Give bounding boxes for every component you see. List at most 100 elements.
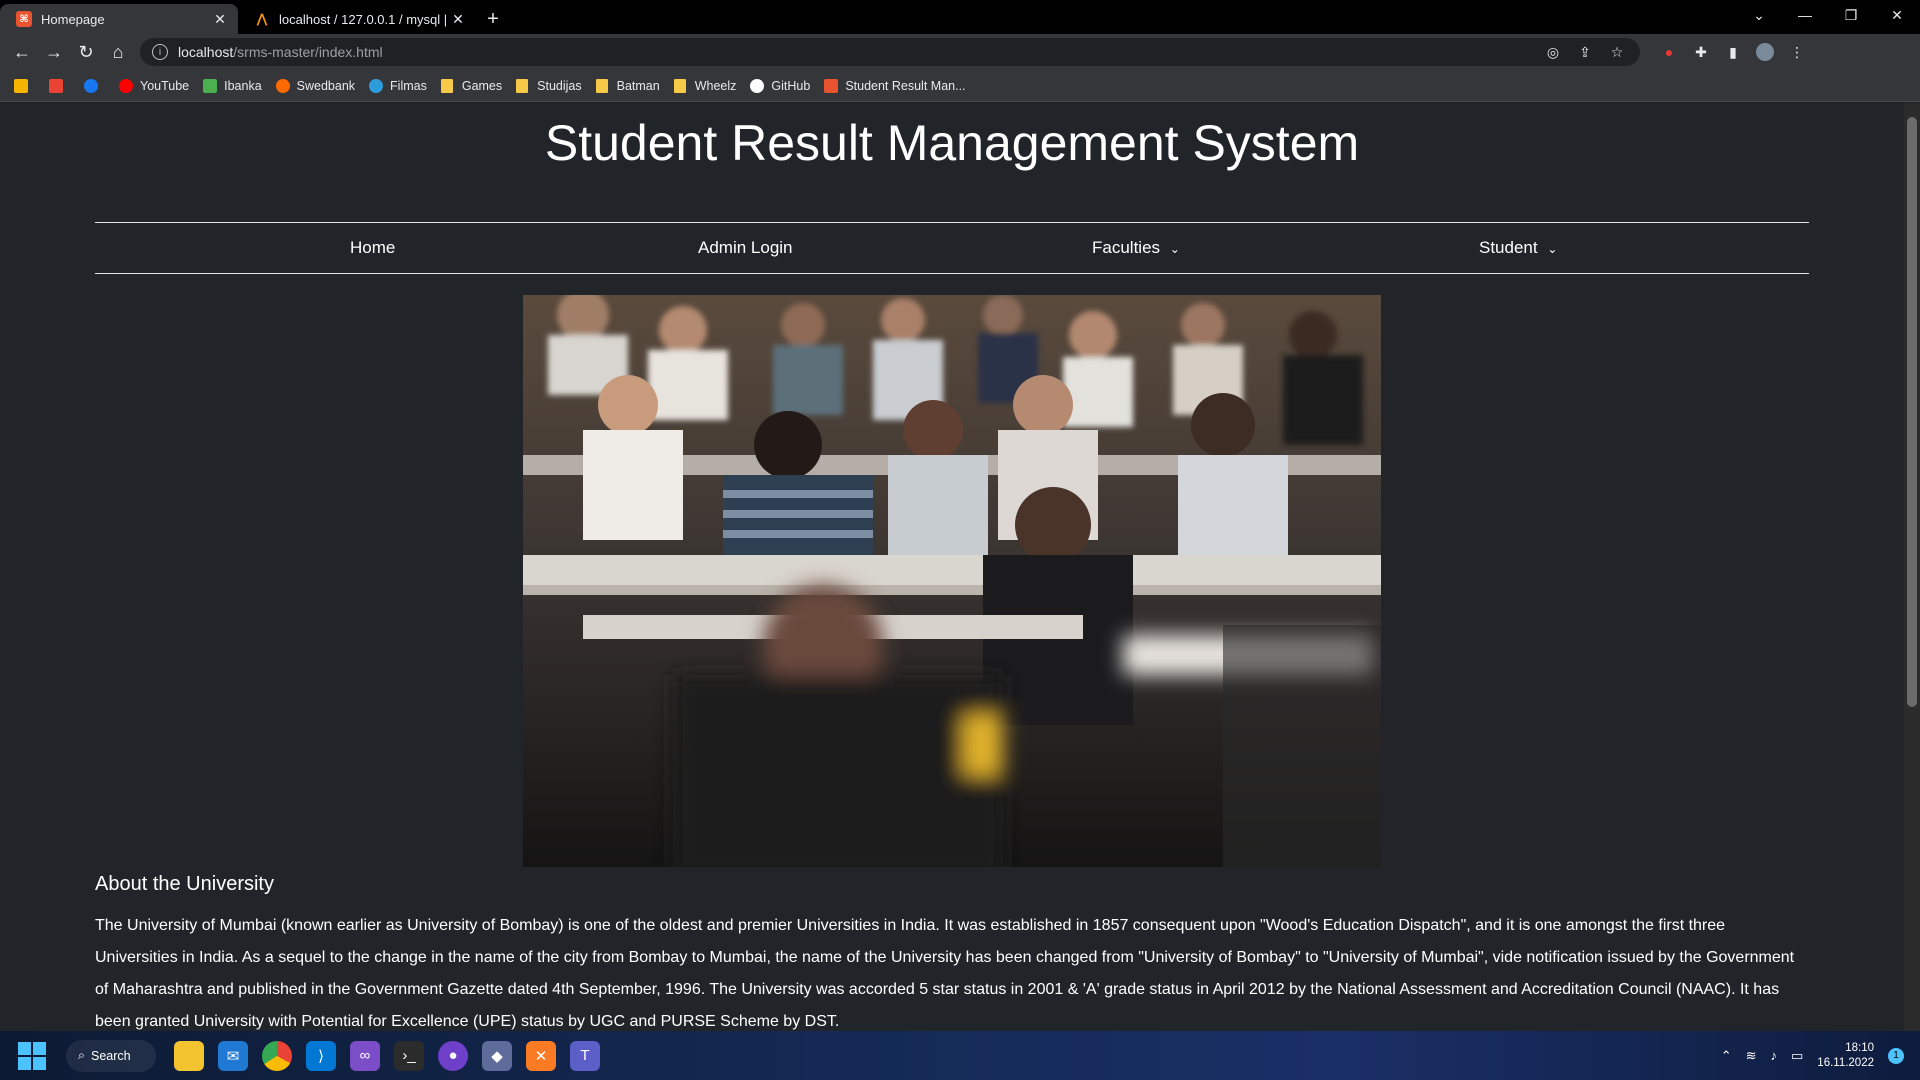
github-desktop-icon[interactable]: ● [438, 1040, 468, 1071]
about-paragraph: The University of Mumbai (known earlier … [95, 917, 1795, 1030]
xampp-icon[interactable]: ✕ [526, 1040, 556, 1071]
bookmark-label: GitHub [771, 78, 811, 93]
bookmark-label: Swedbank [296, 78, 356, 93]
github-icon [750, 78, 765, 93]
visual-studio-icon[interactable]: ∞ [350, 1040, 380, 1071]
tab-phpmyadmin[interactable]: ⋀ localhost / 127.0.0.1 / mysql | ph ✕ [238, 4, 476, 34]
swedbank-icon [275, 78, 290, 93]
new-tab-button[interactable]: + [476, 4, 510, 34]
nav-home-link[interactable]: Home [350, 238, 395, 258]
menu-kebab-icon[interactable]: ⋮ [1788, 43, 1806, 61]
bookmark-gmail[interactable] [49, 78, 70, 93]
close-icon[interactable]: ✕ [212, 11, 228, 27]
wifi-icon[interactable]: ≋ [1746, 1048, 1757, 1064]
bookmark-ibanka[interactable]: Ibanka [203, 78, 262, 93]
nav-faculties-label: Faculties [1092, 238, 1161, 257]
window-close-icon[interactable]: ✕ [1874, 0, 1920, 30]
tab-search-chevron-icon[interactable]: ⌄ [1736, 0, 1782, 30]
bookmark-github[interactable]: GitHub [750, 78, 811, 93]
side-panel-icon[interactable]: ▮ [1724, 43, 1742, 61]
share-icon[interactable]: ⇪ [1576, 43, 1594, 61]
address-bar[interactable]: i localhost/srms-master/index.html ◎ ⇪ ☆ [140, 38, 1640, 66]
tab-title: Homepage [41, 11, 105, 27]
nav-faculties-dropdown[interactable]: Faculties ⌄ [1092, 238, 1180, 258]
page-viewport: Student Result Management System Home Ad… [0, 103, 1920, 1031]
tab-title: localhost / 127.0.0.1 / mysql | ph [279, 11, 450, 27]
xampp-favicon-icon: ⌘ [16, 11, 32, 27]
bookmark-label: Wheelz [694, 78, 737, 93]
taskbar-clock[interactable]: 18:10 16.11.2022 [1817, 1041, 1874, 1071]
git-icon[interactable]: ◆ [482, 1040, 512, 1071]
restore-icon[interactable]: ❐ [1828, 0, 1874, 30]
battery-icon[interactable]: ▭ [1791, 1048, 1803, 1064]
bookmark-student-result[interactable]: Student Result Man... [824, 78, 966, 93]
folder-icon [440, 78, 453, 93]
bookmark-label: YouTube [140, 78, 190, 93]
search-icon: ⌕ [78, 1048, 86, 1062]
bookmark-label: Filmas [390, 78, 427, 93]
mail-icon[interactable]: ✉ [218, 1040, 248, 1071]
minimize-icon[interactable]: — [1782, 0, 1828, 30]
site-info-icon[interactable]: i [152, 44, 168, 60]
bookmark-star-icon[interactable]: ☆ [1608, 43, 1626, 61]
gmail-icon [49, 78, 63, 93]
folder-icon [516, 78, 529, 93]
folder-icon [673, 78, 686, 93]
bookmark-games[interactable]: Games [440, 78, 502, 93]
main-navigation: Home Admin Login Faculties ⌄ Student ⌄ [95, 222, 1809, 274]
windows-taskbar: ⌕ Search ✉ ⟩ ∞ ›_ ● ◆ ✕ T ⌃ ≋ ♪ ▭ 18:10 … [0, 1031, 1920, 1080]
profile-avatar-icon[interactable] [1756, 43, 1774, 61]
page-title: Student Result Management System [544, 115, 1360, 171]
phpmyadmin-favicon-icon: ⋀ [256, 11, 268, 26]
bookmark-label: Student Result Man... [845, 78, 966, 93]
home-icon[interactable]: ⌂ [102, 36, 134, 68]
vscode-icon[interactable]: ⟩ [306, 1040, 336, 1071]
volume-icon[interactable]: ♪ [1771, 1048, 1778, 1063]
bookmark-apps[interactable] [14, 78, 35, 93]
page-content: Student Result Management System Home Ad… [95, 103, 1809, 1030]
folder-icon [595, 78, 608, 93]
classroom-photo [523, 295, 1381, 867]
bookmark-wheelz[interactable]: Wheelz [673, 78, 737, 93]
bookmark-filmas[interactable]: Filmas [369, 78, 427, 93]
bookmark-youtube[interactable]: YouTube [119, 78, 190, 93]
bookmark-facebook[interactable] [84, 78, 105, 93]
close-icon[interactable]: ✕ [450, 11, 466, 27]
taskbar-search-label: Search [91, 1048, 131, 1063]
window-controls: ⌄ — ❐ ✕ [1736, 0, 1920, 30]
about-heading: About the University [95, 873, 274, 895]
terminal-icon[interactable]: ›_ [394, 1040, 424, 1071]
bookmark-batman[interactable]: Batman [595, 78, 660, 93]
browser-tab-strip: ⌘ Homepage ✕ ⋀ localhost / 127.0.0.1 / m… [0, 0, 1920, 34]
nav-student-dropdown[interactable]: Student ⌄ [1479, 238, 1557, 258]
reload-icon[interactable]: ↻ [70, 36, 102, 68]
nav-admin-login-link[interactable]: Admin Login [698, 238, 793, 258]
chevron-down-icon: ⌄ [1169, 242, 1180, 256]
scrollbar-thumb[interactable] [1907, 117, 1917, 707]
tab-homepage[interactable]: ⌘ Homepage ✕ [0, 4, 238, 34]
url-path: /srms-master/index.html [233, 44, 383, 60]
nav-student-label: Student [1479, 238, 1538, 257]
windows-start-icon[interactable] [18, 1041, 46, 1070]
extensions-puzzle-icon[interactable]: ✚ [1692, 43, 1710, 61]
site-icon [824, 78, 839, 93]
bookmark-label: Batman [616, 78, 660, 93]
forward-arrow-icon[interactable]: → [38, 36, 70, 68]
teams-icon[interactable]: T [570, 1040, 600, 1071]
notification-badge[interactable]: 1 [1888, 1047, 1904, 1064]
tray-chevron-up-icon[interactable]: ⌃ [1721, 1048, 1732, 1064]
page-scrollbar[interactable] [1904, 103, 1920, 1031]
clock-date: 16.11.2022 [1817, 1056, 1874, 1069]
extension-red-icon[interactable]: ● [1660, 43, 1678, 61]
back-arrow-icon[interactable]: ← [6, 36, 38, 68]
browser-toolbar: ← → ↻ ⌂ i localhost/srms-master/index.ht… [0, 34, 1920, 70]
filmas-icon [369, 78, 384, 93]
apps-icon [14, 78, 28, 93]
facebook-icon [84, 78, 98, 93]
file-explorer-icon[interactable] [174, 1040, 204, 1071]
bookmark-swedbank[interactable]: Swedbank [275, 78, 356, 93]
chrome-icon[interactable] [262, 1040, 292, 1071]
google-lens-icon[interactable]: ◎ [1544, 43, 1562, 61]
taskbar-search-button[interactable]: ⌕ Search [66, 1039, 156, 1072]
bookmark-studijas[interactable]: Studijas [516, 78, 582, 93]
